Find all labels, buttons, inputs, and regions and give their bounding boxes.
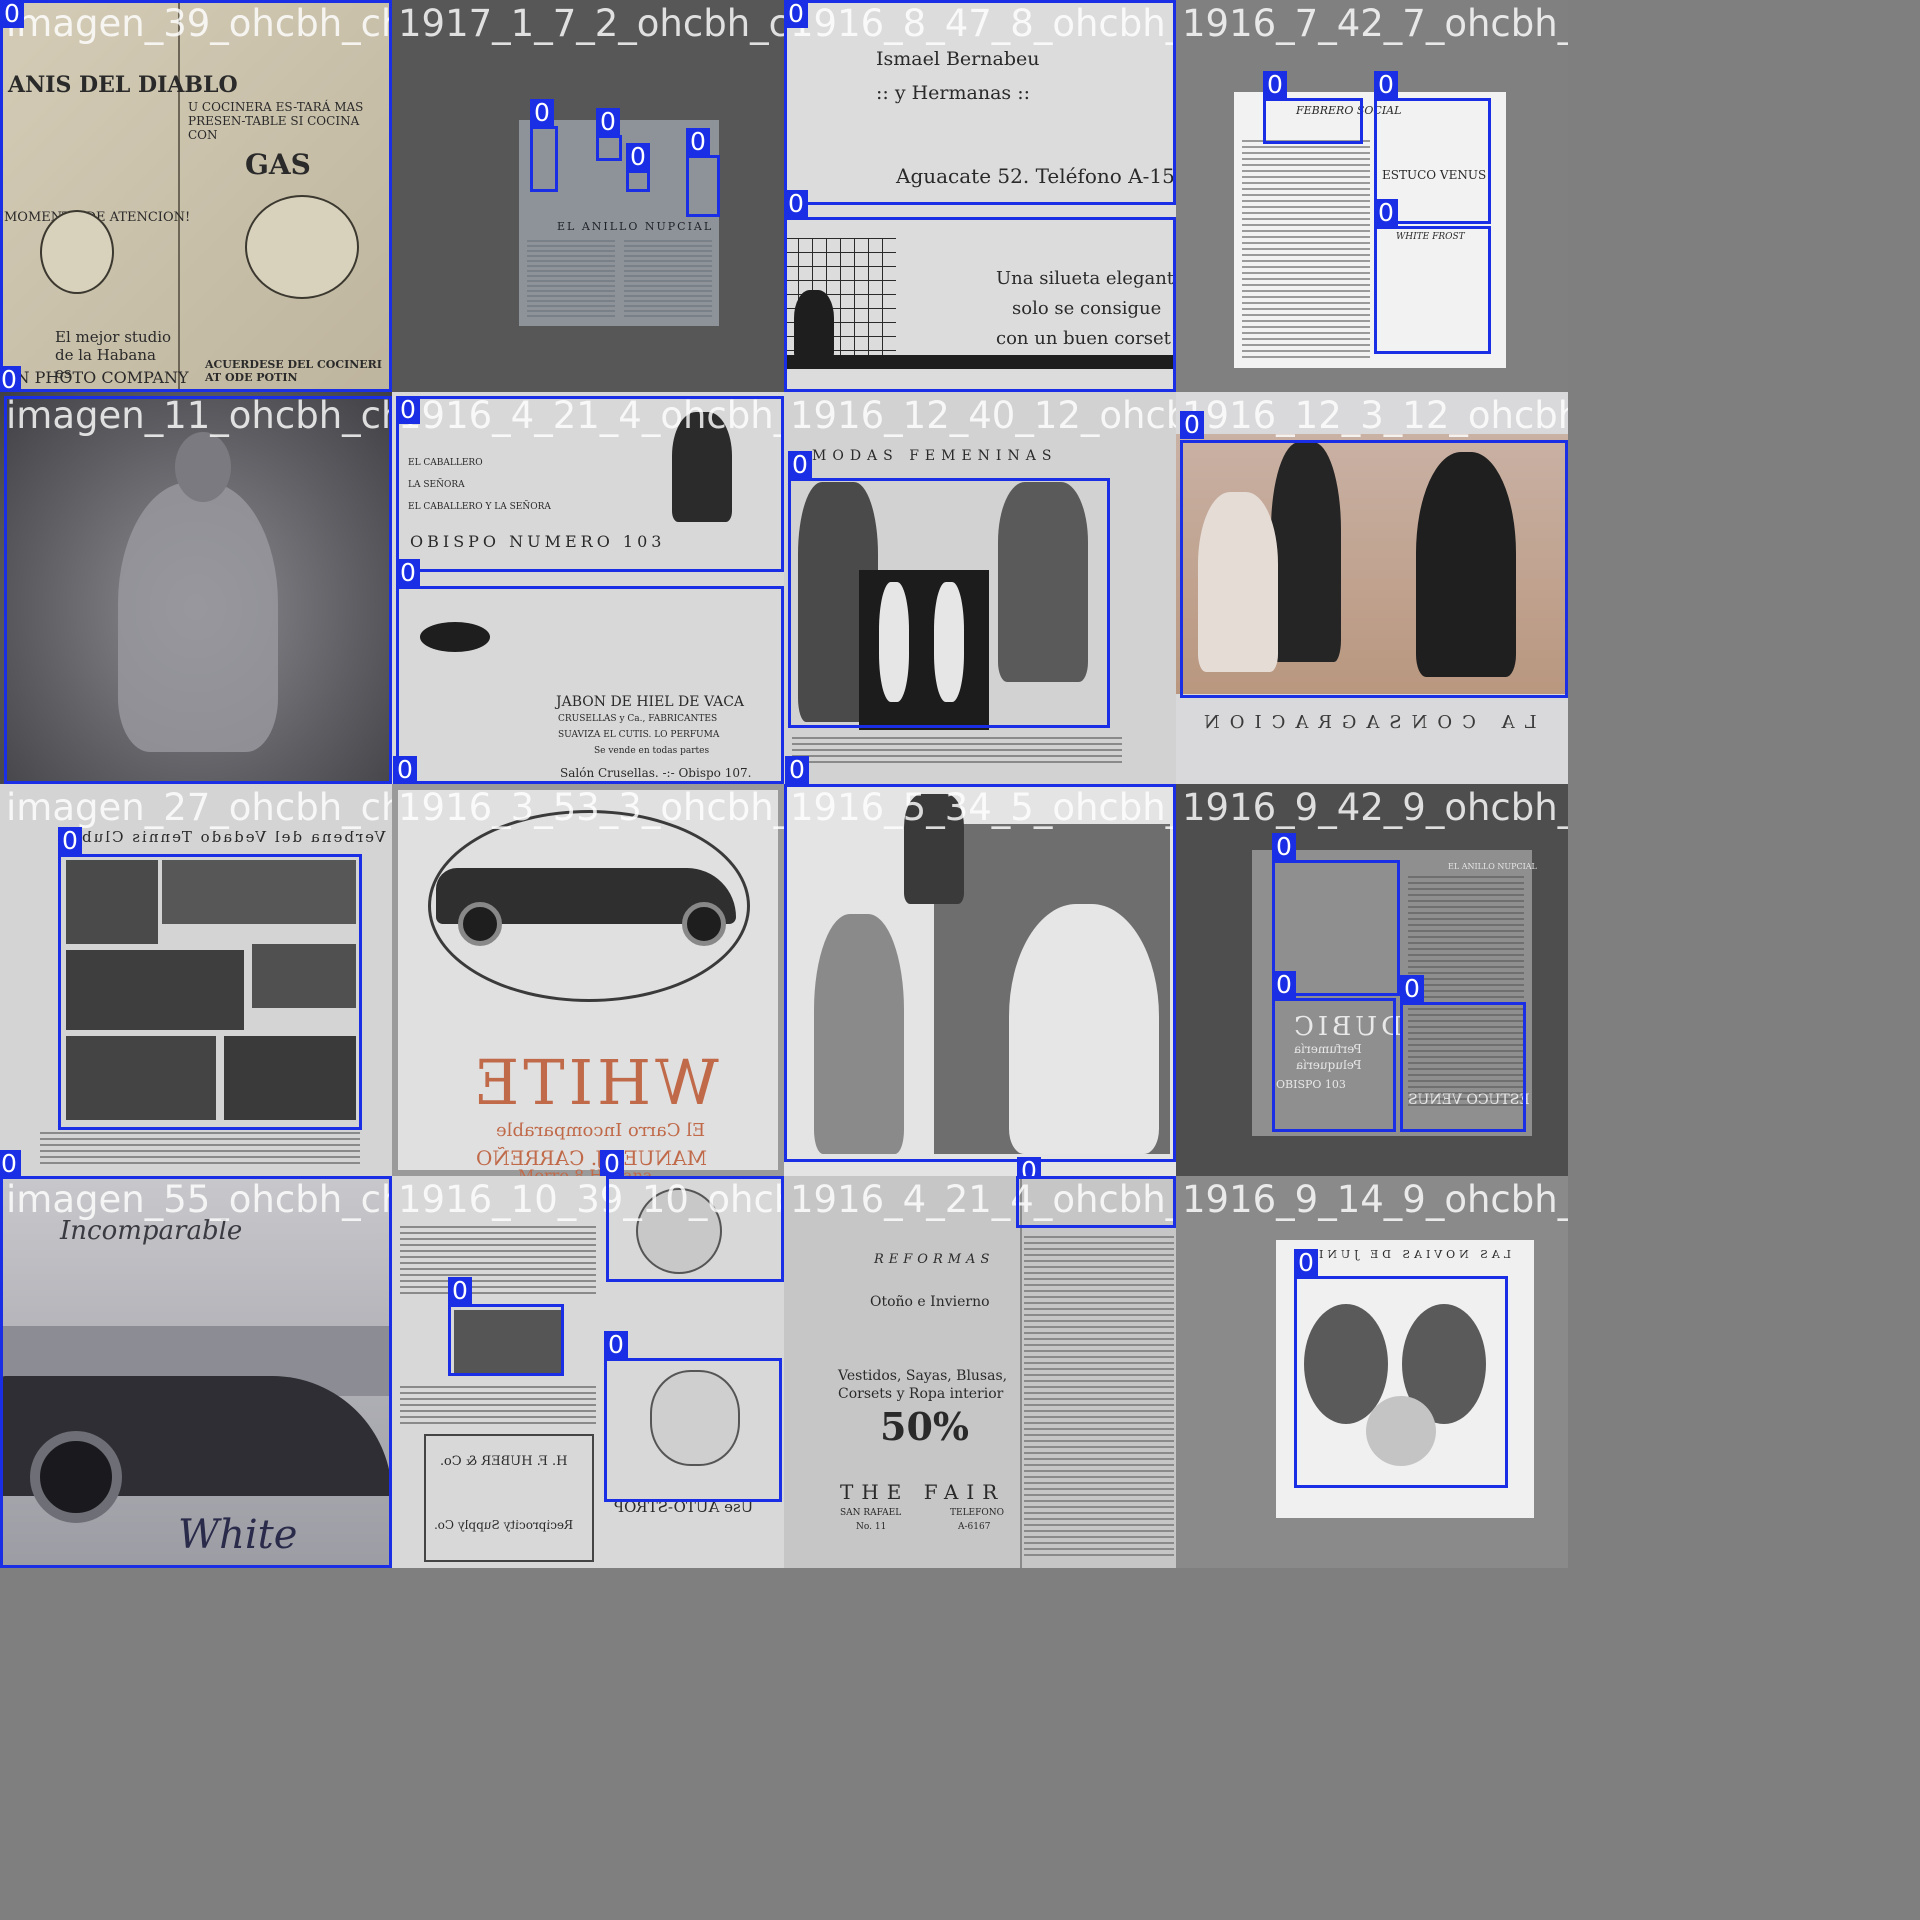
bounding-box: 0 bbox=[58, 827, 362, 1130]
tile: Incomparable White imagen_55_ohcbh_ch_so… bbox=[0, 1176, 392, 1568]
tile: H. F. HUBER & Co. Use AUTO-STROP Recipro… bbox=[392, 1176, 784, 1568]
scan-text: LAS NOVIAS DE JUNIO bbox=[1302, 1248, 1512, 1261]
box-label: 0 bbox=[686, 128, 710, 156]
box-label: 0 bbox=[0, 366, 21, 392]
box-label: 0 bbox=[784, 190, 808, 218]
scan-text: REFORMAS bbox=[874, 1252, 995, 1267]
training-batch-mosaic: ANIS DEL DIABLO U COCINERA ES-TARÁ MAS P… bbox=[0, 0, 1920, 1920]
box-label: 0 bbox=[393, 756, 417, 784]
bounding-box bbox=[0, 1176, 392, 1568]
box-label: 0 bbox=[604, 1331, 628, 1359]
box-label: 0 bbox=[58, 827, 82, 855]
bounding-box: 0 bbox=[784, 784, 1176, 1176]
box-label: 0 bbox=[1272, 833, 1296, 861]
bounding-box: 0 bbox=[1016, 1176, 1176, 1228]
tile: Ismael Bernabeu :: y Hermanas :: Aguacat… bbox=[784, 0, 1176, 392]
box-label: 0 bbox=[1294, 1249, 1318, 1277]
box-label: 0 bbox=[606, 1176, 630, 1177]
scan-text: WHITE bbox=[470, 1046, 719, 1119]
box-label: 0 bbox=[626, 143, 650, 171]
bounding-box: 0 bbox=[1294, 1249, 1508, 1488]
tile: EL ANILLO NUPCIAL 1917_1_7_2_ohcbh_ch_so… bbox=[392, 0, 784, 392]
scan-text: MODAS FEMENINAS bbox=[812, 448, 1058, 464]
box-label: 0 bbox=[788, 451, 812, 479]
box-label: 0 bbox=[1017, 1157, 1041, 1176]
tile: imagen_11_ohcbh_ch_social 0 bbox=[0, 392, 392, 784]
bounding-box: 0 bbox=[1272, 971, 1396, 1132]
scan-text: 50% bbox=[880, 1404, 969, 1449]
tile-title: 1916_9_42_9_ohcbh_ch_social bbox=[1182, 786, 1568, 829]
tile: MODAS FEMENINAS 1916_12_40_12_ohcbh_ch_s… bbox=[784, 392, 1176, 784]
bounding-box: 0 bbox=[448, 1277, 564, 1376]
box-label: 0 bbox=[396, 396, 420, 424]
scan-text: SAN RAFAEL bbox=[840, 1508, 902, 1518]
bounding-box: 0 bbox=[530, 99, 558, 192]
tile-title: 1916_7_42_7_ohcbh_ch_social bbox=[1182, 2, 1568, 45]
scan-text: No. 11 bbox=[856, 1522, 887, 1532]
tile: EL CABALLERO LA SEÑORA EL CABALLERO Y LA… bbox=[392, 392, 784, 784]
box-label: 0 bbox=[1272, 971, 1296, 999]
box-label: 0 bbox=[1016, 1176, 1040, 1177]
tile: LAS NOVIAS DE JUNIO 1916_9_14_9_ohcbh_ch… bbox=[1176, 1176, 1568, 1568]
bounding-box: 0 bbox=[396, 396, 784, 572]
bounding-box: 0 bbox=[1400, 975, 1526, 1132]
bounding-box: 0 bbox=[788, 451, 1110, 728]
tile: WHITE El Carro Incomparable MANUEL J. CA… bbox=[392, 784, 784, 1176]
scan-text: THE FAIR bbox=[840, 1480, 1006, 1504]
tile: REFORMAS Otoño e Invierno Vestidos, Saya… bbox=[784, 1176, 1176, 1568]
box-label: 0 bbox=[1400, 975, 1424, 1003]
scan-text: Otoño e Invierno bbox=[870, 1294, 990, 1310]
tile: FEBRERO SOCIAL ESTUCO VENUS WHITE FROST … bbox=[1176, 0, 1568, 392]
box-label: 0 bbox=[1263, 71, 1287, 99]
tile: La Verbena del Vedado Tennis Club imagen… bbox=[0, 784, 392, 1176]
tile: 1916_5_34_5_ohcbh_ch_social 0 bbox=[784, 784, 1176, 1176]
box-label: 0 bbox=[448, 1277, 472, 1305]
tile: EL ANILLO NUPCIAL DUBIC Perfumería Peluq… bbox=[1176, 784, 1568, 1176]
bounding-box: 0 bbox=[596, 108, 622, 161]
box-label: 0 bbox=[1374, 71, 1398, 99]
bounding-box: 0 bbox=[784, 190, 1176, 392]
scan-text: TELEFONO bbox=[950, 1508, 1004, 1518]
scan-text: A-6167 bbox=[958, 1522, 991, 1532]
scan-text: EL ANILLO NUPCIAL bbox=[557, 220, 714, 233]
bounding-box: 0 bbox=[784, 0, 1176, 205]
scan-text: La Verbena del Vedado Tennis Club bbox=[80, 828, 392, 846]
box-label: 0 bbox=[530, 99, 554, 127]
bounding-box: 0 bbox=[1263, 71, 1363, 144]
scan-text: Vestidos, Sayas, Blusas, bbox=[838, 1368, 1008, 1384]
bounding-box: 0 bbox=[4, 396, 392, 784]
tile: ANIS DEL DIABLO U COCINERA ES-TARÁ MAS P… bbox=[0, 0, 392, 392]
bounding-box: 0 bbox=[606, 1176, 784, 1282]
bounding-box: 0 bbox=[1180, 411, 1568, 698]
scan-text: LA CONSAGRACION bbox=[1194, 712, 1537, 733]
box-label: 0 bbox=[600, 1150, 624, 1176]
bounding-box: 0 bbox=[0, 0, 392, 392]
bounding-box: 0 bbox=[396, 559, 784, 784]
scan-text: Reciprocity Supply Co. bbox=[434, 1518, 574, 1532]
bounding-box: 0 bbox=[626, 143, 650, 192]
tile-title: 1916_12_3_12_ohcbh_ch_social bbox=[1182, 394, 1568, 437]
box-label: 0 bbox=[596, 108, 620, 136]
box-label: 0 bbox=[1180, 411, 1204, 439]
box-label: 0 bbox=[1374, 199, 1398, 227]
box-label: 0 bbox=[0, 0, 24, 28]
bounding-box: 0 bbox=[604, 1331, 782, 1502]
box-label: 0 bbox=[0, 1150, 21, 1176]
bounding-box: 0 bbox=[1374, 199, 1491, 354]
scan-text: H. F. HUBER & Co. bbox=[440, 1454, 568, 1469]
scan-text: EL ANILLO NUPCIAL bbox=[1448, 862, 1537, 871]
tile-title: 1916_9_14_9_ohcbh_ch_social bbox=[1182, 1178, 1568, 1221]
tile: LA CONSAGRACION 1916_12_3_12_ohcbh_ch_so… bbox=[1176, 392, 1568, 784]
box-label: 0 bbox=[785, 756, 809, 784]
tile-title: 1917_1_7_2_ohcbh_ch_social bbox=[398, 2, 784, 45]
box-label: 0 bbox=[396, 559, 420, 587]
box-label: 0 bbox=[784, 0, 808, 28]
scan-text: Corsets y Ropa interior bbox=[838, 1386, 1004, 1402]
bounding-box: 0 bbox=[686, 128, 720, 217]
scan-text: El Carro Incomparable bbox=[496, 1120, 706, 1141]
